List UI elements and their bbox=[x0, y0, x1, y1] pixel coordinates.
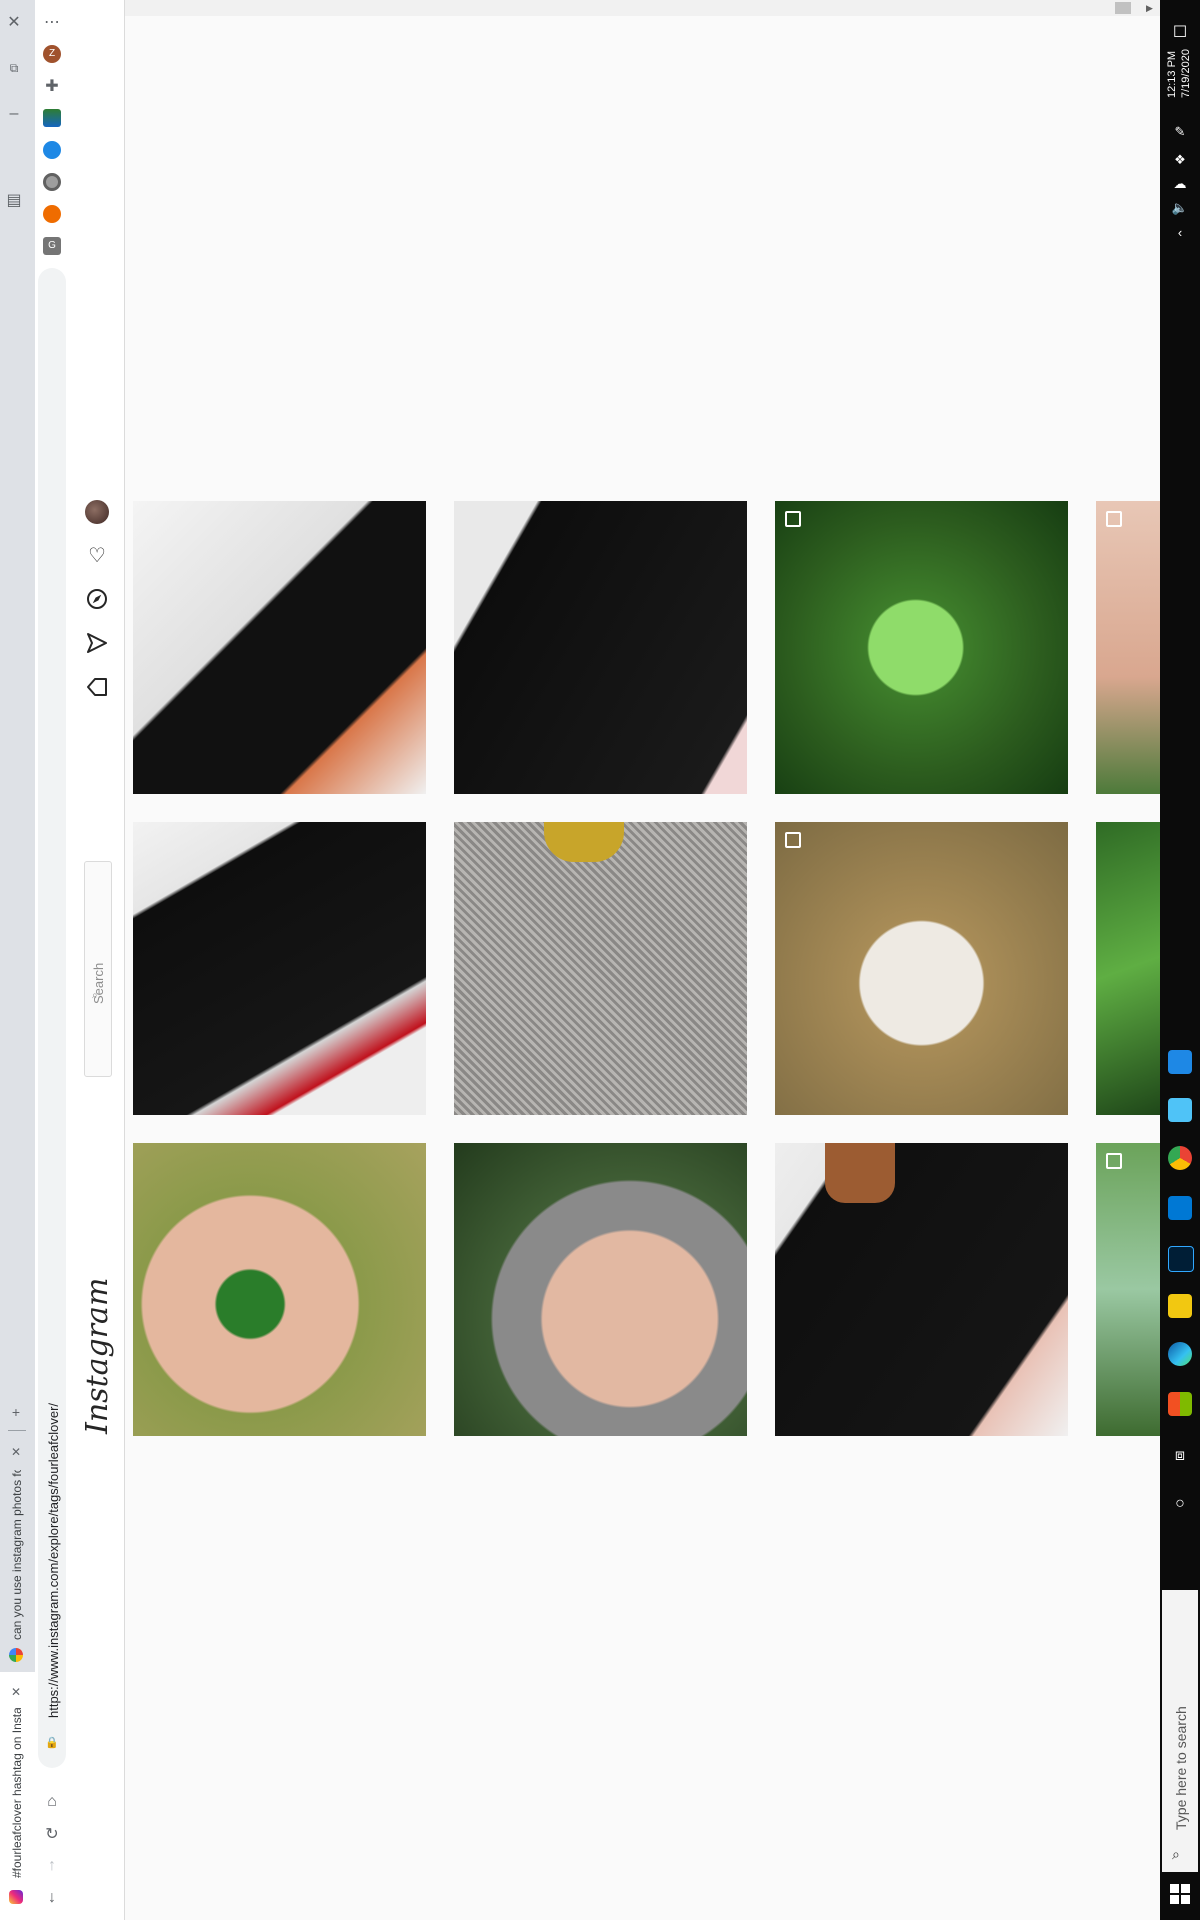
profile-avatar[interactable] bbox=[85, 500, 109, 524]
post-thumbnail[interactable] bbox=[1096, 1143, 1160, 1436]
multiple-photos-icon bbox=[1106, 511, 1122, 527]
post-thumbnail[interactable] bbox=[775, 822, 1068, 1115]
taskbar-photoshop-icon[interactable] bbox=[1168, 1246, 1194, 1272]
browser-toolbar: ⋯ Z ✚ G https://www.instagram.com/explor… bbox=[35, 0, 71, 1920]
chevron-up-icon[interactable]: ‹ bbox=[1168, 220, 1192, 244]
post-thumbnail[interactable] bbox=[1096, 822, 1160, 1115]
post-detail-boots bbox=[544, 822, 624, 862]
tab-can-you-use[interactable]: ✕ can you use instagram photos fo bbox=[0, 1440, 35, 1670]
multiple-photos-icon bbox=[1106, 1153, 1122, 1169]
post-thumbnail[interactable] bbox=[454, 822, 747, 1115]
extension-avatar-icon[interactable]: Z bbox=[43, 45, 61, 63]
cortana-icon[interactable]: ○ bbox=[1168, 1492, 1192, 1516]
url-text: https://www.instagram.com/explore/tags/f… bbox=[46, 1402, 61, 1718]
scroll-right-arrow-icon[interactable]: ▶ bbox=[1146, 3, 1153, 14]
restore-window-icon[interactable]: ⧉ bbox=[2, 56, 26, 80]
taskbar-app-settings-icon[interactable] bbox=[1168, 1098, 1192, 1122]
browser-menu-icon[interactable]: ⋯ bbox=[40, 10, 64, 34]
instagram-logo[interactable]: Instagram bbox=[80, 1278, 115, 1434]
taskbar-date[interactable]: 7/19/2020 bbox=[1180, 49, 1192, 98]
notifications-icon[interactable]: ☐ bbox=[1168, 20, 1192, 44]
lock-icon: 🔒 bbox=[45, 1736, 59, 1749]
taskbar-search-placeholder: Type here to search bbox=[1173, 1706, 1189, 1830]
instagram-favicon bbox=[9, 1890, 23, 1904]
instagram-navbar: ♡ Search ⌕ Instagram bbox=[70, 0, 125, 1920]
windows-start-icon[interactable] bbox=[1170, 1884, 1190, 1904]
extension-circle-icon[interactable] bbox=[43, 173, 61, 191]
tab-close-icon[interactable]: ✕ bbox=[4, 1440, 28, 1464]
google-favicon bbox=[9, 1648, 23, 1662]
tab-search-icon[interactable]: ▤ bbox=[2, 188, 26, 212]
search-icon: ⌕ bbox=[92, 990, 98, 1001]
new-tab-button[interactable]: + bbox=[4, 1400, 28, 1424]
pen-icon[interactable]: ✎ bbox=[1168, 120, 1192, 144]
multiple-photos-icon bbox=[785, 832, 801, 848]
cloud-icon[interactable]: ☁ bbox=[1168, 172, 1192, 196]
extension-chart-icon[interactable] bbox=[43, 109, 61, 127]
extension-blue-icon[interactable] bbox=[43, 141, 61, 159]
post-thumbnail[interactable] bbox=[1096, 501, 1160, 794]
post-thumbnail[interactable] bbox=[775, 1143, 1068, 1436]
post-thumbnail[interactable] bbox=[133, 501, 426, 794]
tab-fourleafclover[interactable]: ✕ #fourleafclover hashtag on Insta bbox=[0, 1672, 35, 1920]
post-thumbnail[interactable] bbox=[133, 822, 426, 1115]
extension-orange-icon[interactable] bbox=[43, 205, 61, 223]
hashtag-post-grid bbox=[125, 16, 1160, 1920]
dropbox-icon[interactable]: ❖ bbox=[1168, 148, 1192, 172]
tab-title: #fourleafclover hashtag on Insta bbox=[10, 1708, 24, 1878]
search-input[interactable]: Search ⌕ bbox=[84, 861, 112, 1077]
search-icon: ⌕ bbox=[1172, 1846, 1180, 1862]
taskbar-search-box[interactable]: Type here to search ⌕ bbox=[1162, 1590, 1198, 1872]
post-thumbnail[interactable] bbox=[454, 1143, 747, 1436]
taskbar-explorer-icon[interactable] bbox=[1168, 1294, 1192, 1318]
taskbar-time[interactable]: 12:13 PM bbox=[1166, 51, 1178, 98]
post-thumbnail[interactable] bbox=[133, 1143, 426, 1436]
extensions-puzzle-icon[interactable]: ✚ bbox=[40, 74, 64, 98]
tab-title: can you use instagram photos fo bbox=[10, 1470, 24, 1640]
task-view-icon[interactable]: ⧈ bbox=[1168, 1444, 1192, 1468]
taskbar-store-icon[interactable] bbox=[1168, 1392, 1192, 1416]
reload-icon[interactable]: ↻ bbox=[40, 1822, 64, 1846]
tab-close-icon[interactable]: ✕ bbox=[4, 1680, 28, 1704]
windows-taskbar: ☐ 12:13 PM 7/19/2020 ✎ ❖ ☁ 🔈 ‹ ⧈ ○ Type … bbox=[1160, 0, 1200, 1920]
tab-separator bbox=[8, 1430, 26, 1431]
post-detail-sandals bbox=[825, 1143, 895, 1203]
address-bar[interactable]: https://www.instagram.com/explore/tags/f… bbox=[38, 268, 66, 1768]
back-icon[interactable]: ↓ bbox=[40, 1886, 64, 1910]
explore-compass-icon[interactable] bbox=[85, 587, 109, 611]
minimize-window-icon[interactable]: – bbox=[2, 102, 26, 126]
home-icon[interactable] bbox=[85, 675, 109, 699]
volume-icon[interactable]: 🔈 bbox=[1168, 196, 1192, 220]
taskbar-edge-icon[interactable] bbox=[1168, 1342, 1192, 1366]
taskbar-app-calendar-icon[interactable] bbox=[1168, 1050, 1192, 1074]
taskbar-chrome-icon[interactable] bbox=[1168, 1146, 1192, 1170]
post-thumbnail[interactable] bbox=[775, 501, 1068, 794]
close-window-icon[interactable]: ✕ bbox=[2, 10, 26, 34]
post-thumbnail[interactable] bbox=[454, 501, 747, 794]
home-button-icon[interactable]: ⌂ bbox=[40, 1790, 64, 1814]
browser-tab-strip: ✕ ⧉ – ▤ + ✕ can you use instagram photos… bbox=[0, 0, 35, 1920]
horizontal-scrollbar[interactable]: ◀ ▶ bbox=[70, 0, 1160, 16]
scroll-thumb[interactable] bbox=[1115, 2, 1131, 14]
heart-icon[interactable]: ♡ bbox=[85, 543, 109, 567]
forward-icon[interactable]: ↑ bbox=[40, 1854, 64, 1878]
multiple-photos-icon bbox=[785, 511, 801, 527]
taskbar-outlook-icon[interactable] bbox=[1168, 1196, 1192, 1220]
direct-send-icon[interactable] bbox=[85, 631, 109, 655]
extension-g-icon[interactable]: G bbox=[43, 237, 61, 255]
